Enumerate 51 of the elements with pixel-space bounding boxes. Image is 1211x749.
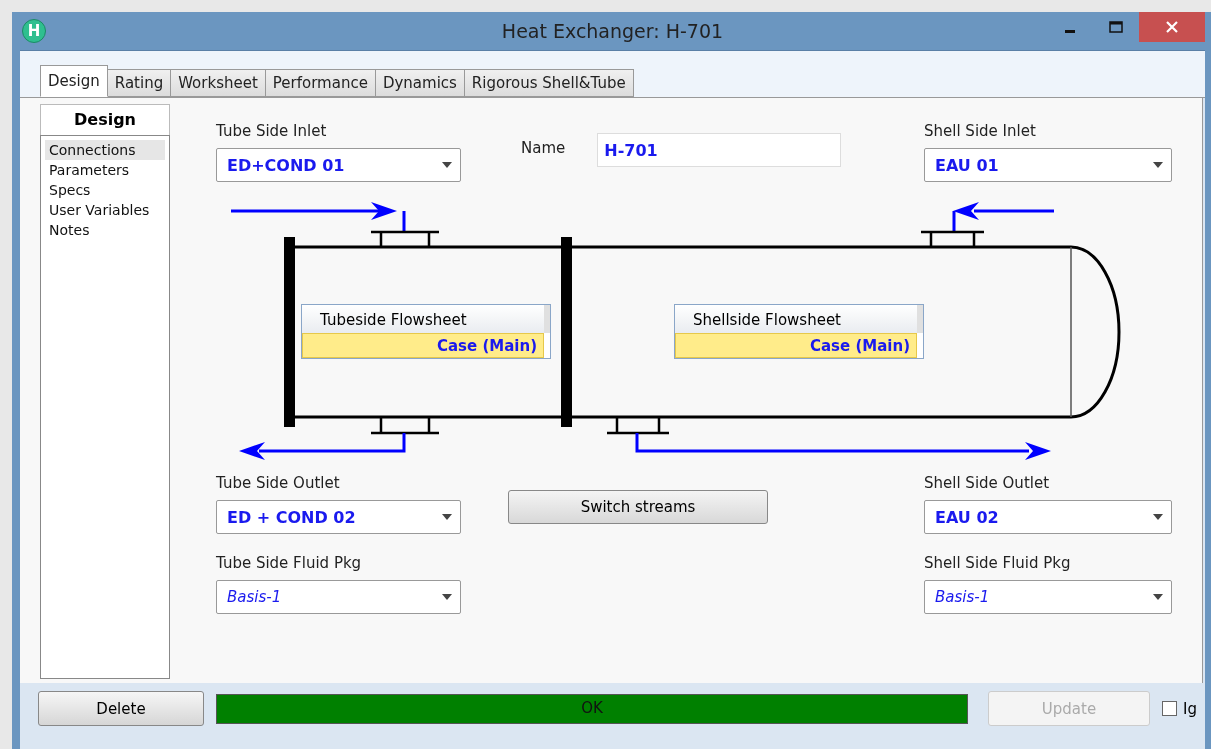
- sidebar-item[interactable]: Connections: [45, 140, 165, 160]
- stream-dropdown[interactable]: EAU 02: [924, 500, 1172, 534]
- sidebar-item[interactable]: Parameters: [45, 160, 165, 180]
- sidebar-title: Design: [40, 104, 170, 135]
- sidebar-item[interactable]: User Variables: [45, 200, 165, 220]
- window-title: Heat Exchanger: H-701: [501, 20, 724, 42]
- flowsheet-case[interactable]: Case (Main): [302, 333, 544, 358]
- checkbox[interactable]: [1162, 701, 1177, 716]
- nozzle: [605, 415, 671, 435]
- field-label: Tube Side Outlet: [216, 474, 341, 492]
- dropdown-caret-icon: [442, 514, 452, 520]
- tab[interactable]: Rigorous Shell&Tube: [463, 69, 634, 97]
- nozzle: [369, 230, 441, 249]
- switch-streams-button[interactable]: Switch streams: [508, 490, 768, 524]
- name-field[interactable]: H-701: [597, 133, 842, 167]
- dropdown-caret-icon: [442, 162, 452, 168]
- flowsheet-case[interactable]: Case (Main): [675, 333, 917, 358]
- close-icon: [1165, 20, 1179, 34]
- package-dropdown[interactable]: Basis-1: [216, 580, 461, 614]
- stream-dropdown[interactable]: EAU 01: [924, 148, 1172, 182]
- field-label: Shell Side Inlet: [924, 122, 1037, 140]
- flowsheet-title: Shellside Flowsheet: [675, 305, 923, 333]
- dropdown-caret-icon: [1153, 162, 1163, 168]
- tab[interactable]: Dynamics: [374, 69, 465, 97]
- dropdown-caret-icon: [442, 594, 452, 600]
- field-label: Tube Side Inlet: [216, 122, 328, 140]
- sidebar-item[interactable]: Notes: [45, 220, 165, 240]
- field-label: Tube Side Fluid Pkg: [216, 554, 363, 572]
- field-label: Shell Side Outlet: [924, 474, 1051, 492]
- dropdown-caret-icon: [1153, 514, 1163, 520]
- app-icon: H: [22, 19, 46, 43]
- tab[interactable]: Performance: [264, 69, 376, 97]
- stream-dropdown[interactable]: ED+COND 01: [216, 148, 461, 182]
- tab[interactable]: Worksheet: [170, 69, 266, 97]
- tab[interactable]: Rating: [106, 69, 172, 97]
- tab[interactable]: Design: [40, 65, 108, 97]
- dropdown-caret-icon: [1153, 594, 1163, 600]
- maximize-icon: [1109, 21, 1123, 33]
- sidebar-item[interactable]: Specs: [45, 180, 165, 200]
- package-dropdown[interactable]: Basis-1: [924, 580, 1172, 614]
- delete-button[interactable]: Delete: [38, 691, 204, 726]
- checkbox-label: Ig: [1183, 699, 1197, 718]
- status-bar: OK: [216, 693, 968, 724]
- flowsheet-title: Tubeside Flowsheet: [302, 305, 550, 333]
- field-label: Name: [521, 139, 566, 157]
- minimize-icon: [1065, 29, 1075, 33]
- stream-dropdown[interactable]: ED + COND 02: [216, 500, 461, 534]
- nozzle: [369, 415, 441, 435]
- field-label: Shell Side Fluid Pkg: [924, 554, 1072, 572]
- close-button[interactable]: [1139, 12, 1205, 42]
- nozzle: [919, 230, 986, 249]
